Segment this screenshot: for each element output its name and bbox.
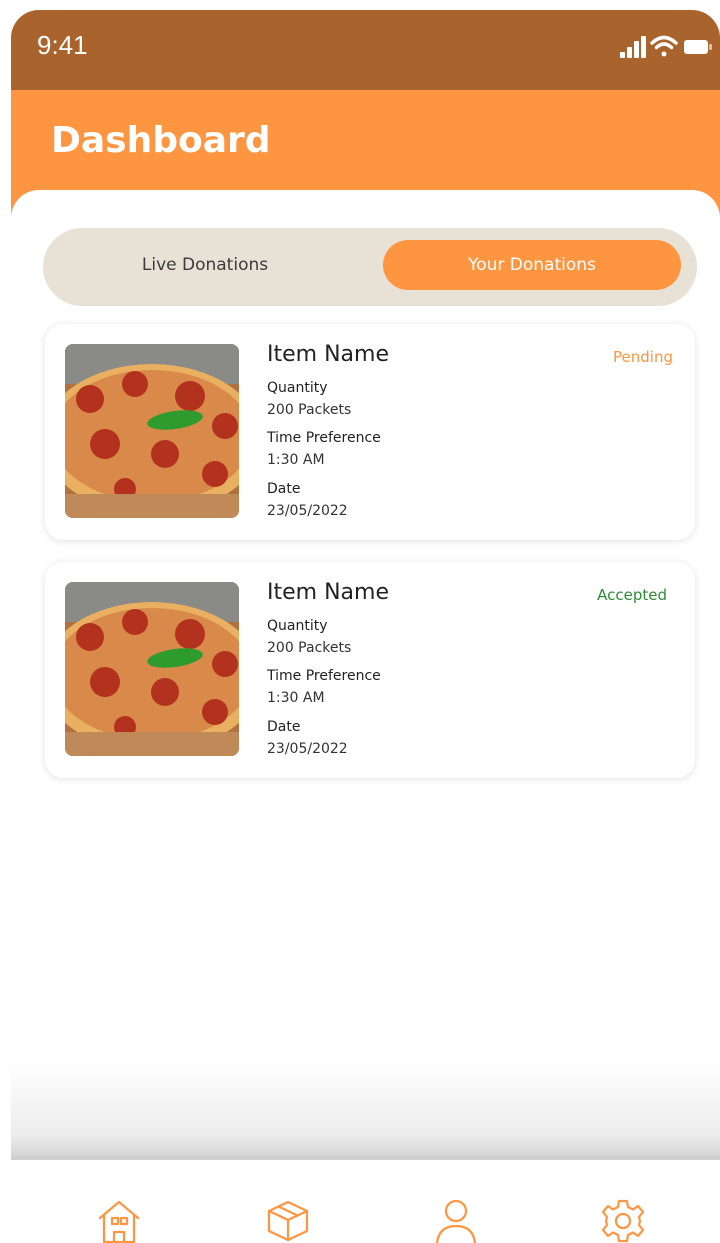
quantity-value: 200 Packets bbox=[267, 640, 352, 656]
date-value: 23/05/2022 bbox=[267, 503, 348, 519]
quantity-value: 200 Packets bbox=[267, 402, 352, 418]
item-name: Item Name bbox=[267, 342, 389, 367]
user-icon[interactable] bbox=[431, 1196, 481, 1243]
wifi-icon bbox=[650, 35, 678, 57]
status-bar: 9:41 bbox=[11, 10, 720, 90]
donation-card[interactable]: Item Name Accepted Quantity 200 Packets … bbox=[45, 562, 695, 778]
item-name: Item Name bbox=[267, 580, 389, 605]
pizza-image bbox=[65, 582, 239, 756]
status-badge: Accepted bbox=[597, 586, 667, 604]
status-icons bbox=[620, 35, 712, 58]
time-preference-label: Time Preference bbox=[267, 668, 381, 684]
donation-tabs: Live Donations Your Donations bbox=[43, 228, 697, 306]
bottom-nav bbox=[11, 1160, 720, 1243]
quantity-label: Quantity bbox=[267, 380, 328, 396]
tab-your-donations[interactable]: Your Donations bbox=[383, 240, 681, 290]
home-icon[interactable] bbox=[94, 1196, 144, 1243]
nav-divider bbox=[11, 1156, 720, 1159]
date-label: Date bbox=[267, 719, 301, 735]
date-label: Date bbox=[267, 481, 301, 497]
gear-icon[interactable] bbox=[598, 1196, 648, 1243]
tab-live-donations[interactable]: Live Donations bbox=[55, 240, 355, 290]
pizza-image bbox=[65, 344, 239, 518]
quantity-label: Quantity bbox=[267, 618, 328, 634]
time-preference-label: Time Preference bbox=[267, 430, 381, 446]
donation-card[interactable]: Item Name Pending Quantity 200 Packets T… bbox=[45, 324, 695, 540]
status-badge: Pending bbox=[613, 348, 673, 366]
signal-icon bbox=[620, 36, 646, 58]
phone-screen: 9:41 Dashboard Live Donations Your Donat… bbox=[11, 10, 720, 1243]
battery-icon bbox=[684, 40, 712, 54]
page-title: Dashboard bbox=[51, 120, 271, 161]
nav-shadow bbox=[11, 1060, 720, 1160]
time-preference-value: 1:30 AM bbox=[267, 452, 325, 468]
time-preference-value: 1:30 AM bbox=[267, 690, 325, 706]
date-value: 23/05/2022 bbox=[267, 741, 348, 757]
box-icon[interactable] bbox=[263, 1196, 313, 1243]
status-time: 9:41 bbox=[37, 30, 88, 60]
